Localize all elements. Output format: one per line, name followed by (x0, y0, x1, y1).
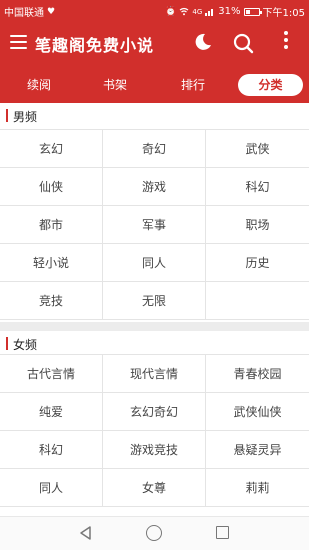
category-cell[interactable]: 科幻 (0, 431, 103, 469)
more-icon[interactable] (280, 31, 292, 53)
menu-icon[interactable] (10, 35, 27, 49)
search-icon[interactable] (232, 32, 254, 54)
status-bar: 中国联通 ♥ ⏰ 4G 31% 下午1:05 (0, 0, 309, 20)
category-cell[interactable]: 武侠 (206, 130, 309, 168)
network-type-label: 4G (192, 7, 203, 16)
category-cell[interactable]: 游戏 (103, 168, 206, 206)
signal-icon (205, 9, 214, 16)
wifi-icon (180, 7, 189, 16)
category-cell[interactable]: 奇幻 (103, 130, 206, 168)
category-grid-male: 玄幻 奇幻 武侠仙侠 游戏 科幻都市 军事 职场轻小说 同人 历史竞技 无限 (0, 129, 309, 322)
category-cell[interactable]: 莉莉 (206, 469, 309, 507)
category-grid-female: 古代言情 现代言情 青春校园纯爱 玄幻奇幻 武侠仙侠科幻 游戏竞技 悬疑灵异同人 女尊 莉莉 (0, 354, 309, 516)
section-title: 男频 (13, 110, 38, 124)
back-icon[interactable] (78, 525, 94, 541)
category-cell[interactable]: 职场 (206, 206, 309, 244)
battery-percent: 31% (218, 6, 241, 17)
category-cell[interactable]: 武侠仙侠 (206, 393, 309, 431)
category-cell[interactable]: 游戏竞技 (103, 431, 206, 469)
category-cell[interactable]: 现代言情 (103, 355, 206, 393)
category-cell[interactable]: 轻小说 (0, 244, 103, 282)
section-title: 女频 (13, 338, 38, 352)
app-title: 笔趣阁免费小说 (35, 36, 155, 55)
category-cell[interactable]: 古代言情 (0, 355, 103, 393)
category-cell[interactable]: 同人 (103, 244, 206, 282)
heart-icon: ♥ (47, 6, 56, 17)
category-cell[interactable]: 女尊 (103, 469, 206, 507)
category-cell[interactable]: 无限 (103, 282, 206, 320)
battery-icon (243, 7, 262, 16)
tab-categories[interactable]: 分类 (238, 74, 303, 96)
section-divider (0, 322, 309, 331)
section-accent-bar (6, 337, 8, 350)
home-icon[interactable] (146, 525, 162, 541)
tab-continue-reading[interactable]: 续阅 (14, 74, 64, 96)
category-cell[interactable]: 玄幻奇幻 (103, 393, 206, 431)
clock: 下午1:05 (262, 8, 305, 19)
category-cell[interactable]: 同人 (0, 469, 103, 507)
alarm-icon: ⏰ (165, 6, 177, 17)
tab-ranking[interactable]: 排行 (168, 74, 218, 96)
category-cell[interactable]: 都市 (0, 206, 103, 244)
section-accent-bar (6, 109, 8, 122)
category-cell[interactable]: 历史 (206, 244, 309, 282)
category-cell[interactable]: 悬疑灵异 (206, 431, 309, 469)
tab-bar: 续阅 书架 排行 分类 (0, 65, 309, 103)
moon-icon[interactable] (193, 32, 213, 52)
empty-cell (206, 282, 309, 320)
category-cell[interactable]: 青春校园 (206, 355, 309, 393)
category-cell[interactable]: 军事 (103, 206, 206, 244)
system-nav-bar (0, 516, 309, 550)
category-cell[interactable]: 竞技 (0, 282, 103, 320)
category-cell[interactable]: 玄幻 (0, 130, 103, 168)
category-cell[interactable]: 科幻 (206, 168, 309, 206)
category-cell[interactable]: 仙侠 (0, 168, 103, 206)
app-bar: 笔趣阁免费小说 (0, 20, 309, 65)
section-header-male: 男频 (0, 103, 309, 129)
category-cell[interactable]: 纯爱 (0, 393, 103, 431)
recent-apps-icon[interactable] (216, 526, 229, 539)
carrier-label: 中国联通 (4, 8, 44, 19)
tab-bookshelf[interactable]: 书架 (90, 74, 140, 96)
